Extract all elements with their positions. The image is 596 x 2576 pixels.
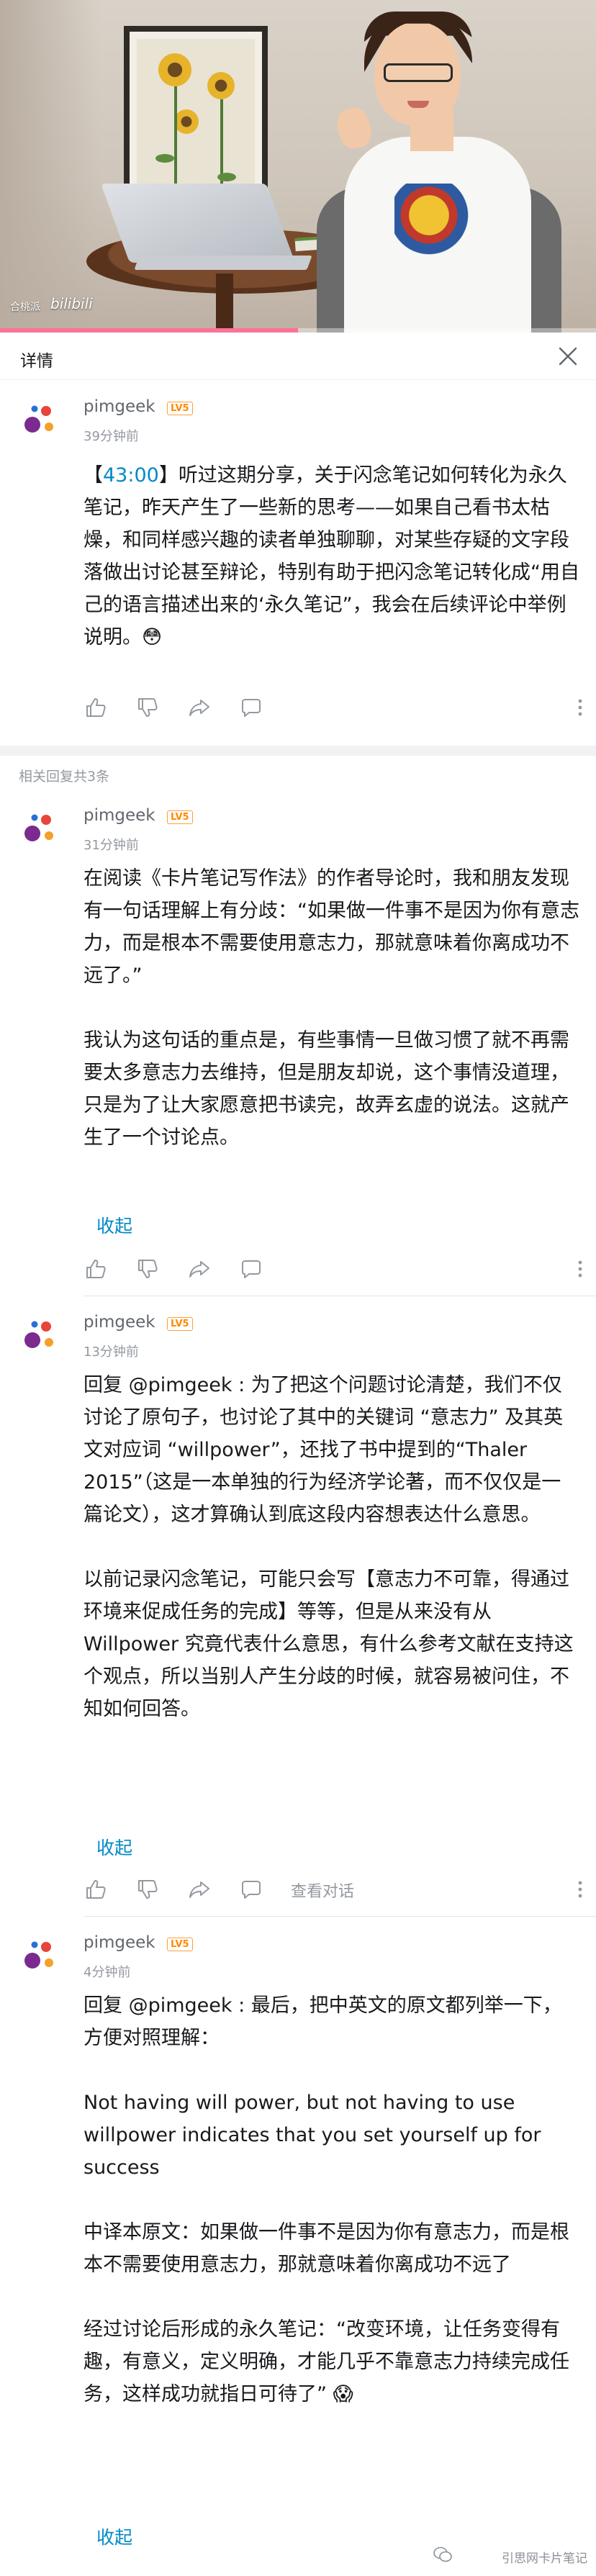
comment-paragraph: 在阅读《卡片笔记写作法》的作者导论时，我和朋友发现有一句话理解上有分歧：“如果做…: [83, 867, 579, 987]
level-badge: LV5: [167, 810, 193, 824]
collapse-link[interactable]: 收起: [96, 1212, 132, 1238]
comment-actions: [83, 695, 587, 720]
person-hand: [333, 104, 375, 152]
comment-actions: 查看对话: [83, 1877, 587, 1902]
comment-time: 39分钟前: [83, 429, 139, 444]
timestamp-link[interactable]: 43:00: [103, 464, 159, 487]
reply-icon[interactable]: [239, 1257, 263, 1281]
dislike-icon[interactable]: [135, 1257, 160, 1281]
wall-shadow: [0, 0, 101, 333]
share-icon[interactable]: [187, 1877, 212, 1902]
wechat-icon: [433, 2546, 452, 2562]
laptop-base: [134, 256, 312, 270]
section-divider: [0, 746, 596, 756]
reply-count: 相关回复共3条: [19, 769, 110, 785]
comment-text: 回复 @pimgeek : 最后，把中英文的原文都列举一下，方便对照理解： Not…: [83, 1989, 580, 2410]
dislike-icon[interactable]: [135, 695, 160, 720]
comment-text: 回复 @pimgeek : 为了把这个问题讨论清楚，我们不仅讨论了原句子，也讨论…: [83, 1369, 580, 1725]
comment-text: 【43:00】听过这期分享，关于闪念笔记如何转化为永久笔记，昨天产生了一些新的思…: [83, 464, 579, 648]
sunflower-head: [207, 72, 235, 99]
video-player[interactable]: 合桃派 bilibili: [0, 0, 596, 333]
level-badge: LV5: [167, 402, 193, 415]
username[interactable]: pimgeek: [83, 397, 155, 416]
sunflower-head: [174, 109, 199, 134]
comment-time: 4分钟前: [83, 1965, 131, 1980]
share-icon[interactable]: [187, 695, 212, 720]
username[interactable]: pimgeek: [83, 1933, 155, 1952]
table-leg: [216, 274, 233, 333]
comment-actions: [83, 1257, 587, 1281]
comment-time: 31分钟前: [83, 838, 139, 853]
close-icon[interactable]: [556, 344, 580, 369]
comment-paragraph: 我认为这句话的重点是，有些事情一旦做习惯了就不再需要太多意志力去维持，但是朋友却…: [83, 1029, 569, 1149]
comment-paragraph: 以前记录闪念笔记，可能只会写【意志力不可靠，得通过环境来促成任务的完成】等等，但…: [83, 1568, 574, 1720]
page-title: 详情: [20, 352, 53, 371]
level-badge: LV5: [167, 1317, 193, 1331]
comment-paragraph: 经过讨论后形成的永久笔记：“改变环境，让任务变得有趣，有意义，定义明确，才能几乎…: [83, 2318, 569, 2405]
leaf: [155, 154, 174, 163]
username[interactable]: pimgeek: [83, 1313, 155, 1332]
sunflower-head: [158, 53, 191, 86]
comment-time: 13分钟前: [83, 1345, 139, 1360]
comment-text: 在阅读《卡片笔记写作法》的作者导论时，我和朋友发现有一句话理解上有分歧：“如果做…: [83, 862, 580, 1154]
collapse-link[interactable]: 收起: [96, 1834, 132, 1860]
comment-body: 听过这期分享，关于闪念笔记如何转化为永久笔记，昨天产生了一些新的思考——如果自己…: [83, 464, 579, 648]
comment-paragraph: Not having will power, but not having to…: [83, 2092, 548, 2179]
more-icon[interactable]: [577, 1260, 583, 1278]
like-icon[interactable]: [83, 1257, 108, 1281]
video-watermark: 合桃派: [10, 302, 40, 313]
avatar[interactable]: [20, 1316, 59, 1355]
more-icon[interactable]: [577, 1880, 583, 1899]
laptop-screen: [100, 184, 296, 263]
comment-paragraph: 回复 @pimgeek : 最后，把中英文的原文都列举一下，方便对照理解：: [83, 1994, 562, 2049]
avatar[interactable]: [20, 809, 59, 848]
comment-paragraph: 中译本原文：如果做一件事不是因为你有意志力，而是根本不需要使用意志力，那就意味着…: [83, 2221, 569, 2276]
level-badge: LV5: [167, 1938, 193, 1951]
collapse-link[interactable]: 收起: [96, 2523, 132, 2549]
reply-divider: [83, 1916, 596, 1917]
footer-watermark: 引思网卡片笔记: [502, 2552, 587, 2566]
share-icon[interactable]: [187, 1257, 212, 1281]
bilibili-logo: bilibili: [50, 295, 93, 312]
avatar[interactable]: [20, 1936, 59, 1975]
more-icon[interactable]: [577, 698, 583, 717]
comment-paragraph: 回复 @pimgeek : 为了把这个问题讨论清楚，我们不仅讨论了原句子，也讨论…: [83, 1374, 564, 1526]
detail-header: 详情: [0, 333, 596, 380]
leaf: [217, 173, 236, 181]
avatar[interactable]: [20, 400, 59, 439]
like-icon[interactable]: [83, 1877, 108, 1902]
reply-icon[interactable]: [239, 1877, 263, 1902]
glasses: [384, 63, 453, 82]
view-conversation-link[interactable]: 查看对话: [291, 1879, 354, 1902]
reply-icon[interactable]: [239, 695, 263, 720]
shirt-print: [394, 184, 481, 263]
dislike-icon[interactable]: [135, 1877, 160, 1902]
like-icon[interactable]: [83, 695, 108, 720]
username[interactable]: pimgeek: [83, 806, 155, 825]
